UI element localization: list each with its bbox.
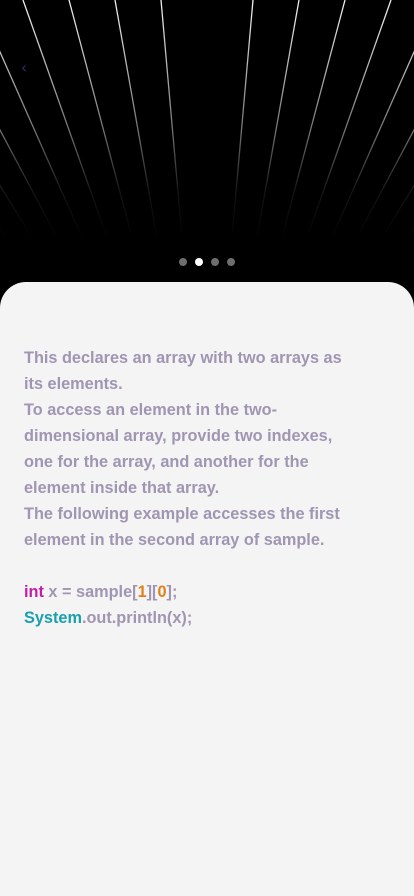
code-text: ]; (166, 583, 178, 601)
grid-line (231, 0, 254, 241)
back-button[interactable]: ‹ (12, 56, 36, 80)
grid-line (0, 128, 59, 241)
hero-grid-banner: ‹ (0, 0, 414, 300)
grid-line (379, 184, 414, 241)
grid-illustration (0, 0, 414, 241)
grid-line (0, 184, 35, 241)
lesson-content: This declares an array with two arrays a… (24, 345, 364, 631)
lesson-paragraph: The following example accesses the first… (24, 505, 340, 549)
lesson-screen: ‹ This declares an array with two arrays… (0, 0, 414, 896)
grid-line (114, 0, 159, 241)
code-text: .out.println(x); (81, 609, 193, 627)
lesson-paragraph: To access an element in the two-dimensio… (24, 401, 333, 497)
page-dot-2[interactable] (195, 258, 203, 266)
code-text: ][ (146, 583, 158, 601)
code-snippet: int x = sample[1][0]; System.out.println… (24, 579, 364, 631)
grid-line (22, 0, 109, 241)
lesson-card: This declares an array with two arrays a… (0, 282, 414, 896)
grid-line (255, 0, 300, 241)
page-indicator (0, 258, 414, 266)
grid-lines (0, 0, 414, 241)
code-class-name: System (24, 609, 82, 627)
page-dot-3[interactable] (211, 258, 219, 266)
grid-line (0, 50, 84, 241)
code-number: 1 (137, 583, 147, 601)
grid-line (404, 226, 414, 241)
page-dot-1[interactable] (179, 258, 187, 266)
code-line-2: System.out.println(x); (24, 605, 364, 631)
grid-line (305, 0, 392, 241)
grid-line (160, 0, 183, 241)
grid-line (68, 0, 134, 241)
grid-line (330, 50, 414, 241)
code-keyword: int (24, 583, 44, 601)
grid-line (280, 0, 346, 241)
grid-line (355, 128, 414, 241)
code-line-1: int x = sample[1][0]; (24, 579, 364, 605)
code-number: 0 (157, 583, 167, 601)
code-text: x = sample[ (43, 583, 138, 601)
page-dot-4[interactable] (227, 258, 235, 266)
grid-line (0, 226, 10, 241)
lesson-paragraph: This declares an array with two arrays a… (24, 349, 342, 393)
chevron-left-icon: ‹ (20, 58, 28, 77)
